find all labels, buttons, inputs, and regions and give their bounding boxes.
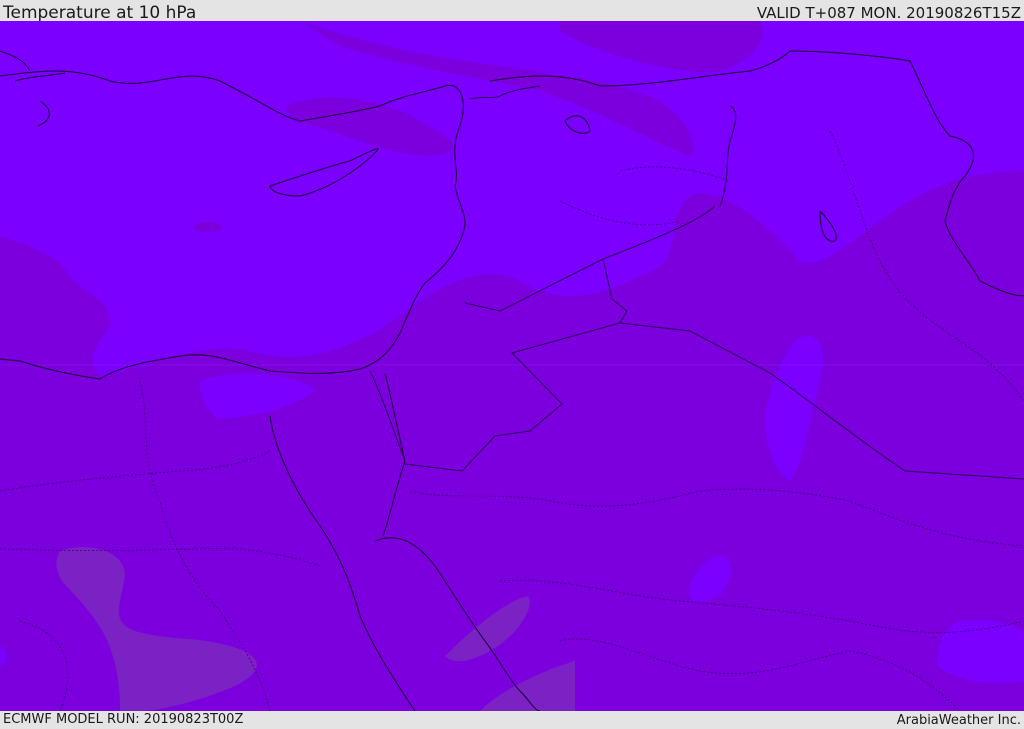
valid-time: VALID T+087 MON. 20190826T15Z [756, 4, 1021, 22]
model-run-label: ECMWF MODEL RUN: 20190823T00Z [3, 712, 244, 727]
map-title: Temperature at 10 hPa [3, 3, 197, 23]
temperature-map[interactable] [0, 21, 1024, 711]
temperature-cell-cyprus [194, 222, 222, 232]
credit-label: ArabiaWeather Inc. [896, 713, 1021, 728]
